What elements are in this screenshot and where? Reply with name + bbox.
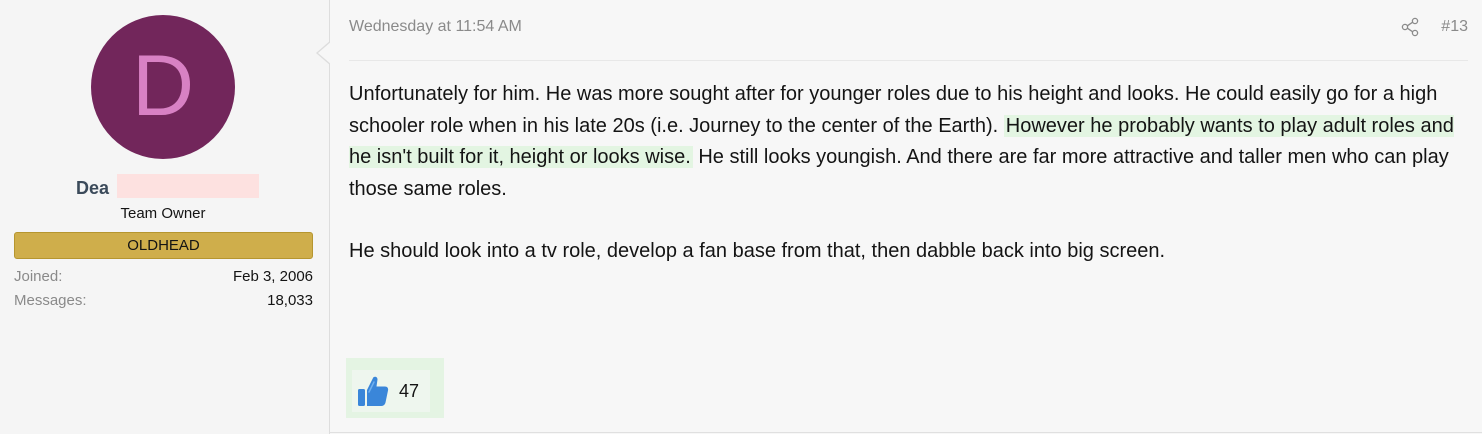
post-body: Unfortunately for him. He was more sough…: [349, 79, 1464, 268]
message-main-cell: Wednesday at 11:54 AM #13 Unfortunately …: [330, 0, 1482, 434]
stat-joined: Joined: Feb 3, 2006: [14, 267, 313, 287]
stat-messages-value[interactable]: 18,033: [267, 291, 313, 311]
stat-messages: Messages: 18,033: [14, 291, 313, 311]
message-user-cell: D Dea Team Owner OLDHEAD Joined: Feb 3, …: [0, 0, 330, 434]
stat-messages-label: Messages:: [14, 292, 87, 309]
stat-joined-value: Feb 3, 2006: [232, 268, 313, 285]
share-icon[interactable]: [1400, 17, 1420, 37]
reaction-summary[interactable]: 47: [352, 370, 430, 412]
user-title: Team Owner: [120, 205, 206, 222]
post-divider: [330, 432, 1482, 433]
reaction-bar: 47: [346, 358, 444, 418]
post-paragraph-1: Unfortunately for him. He was more sough…: [349, 79, 1464, 205]
user-banner: OLDHEAD: [14, 232, 313, 259]
username-redaction: [117, 174, 259, 198]
stat-joined-label: Joined:: [14, 268, 63, 285]
avatar[interactable]: D: [91, 15, 235, 159]
post-paragraph-2: He should look into a tv role, develop a…: [349, 240, 1166, 262]
message-post: D Dea Team Owner OLDHEAD Joined: Feb 3, …: [0, 0, 1482, 434]
post-date[interactable]: Wednesday at 11:54 AM: [349, 18, 522, 36]
thumbs-up-icon: [358, 376, 389, 406]
post-number[interactable]: #13: [1441, 18, 1468, 36]
reaction-count[interactable]: 47: [399, 381, 419, 402]
avatar-letter: D: [131, 38, 195, 134]
post-header: Wednesday at 11:54 AM #13: [349, 16, 1468, 61]
username[interactable]: Dea: [76, 176, 109, 200]
